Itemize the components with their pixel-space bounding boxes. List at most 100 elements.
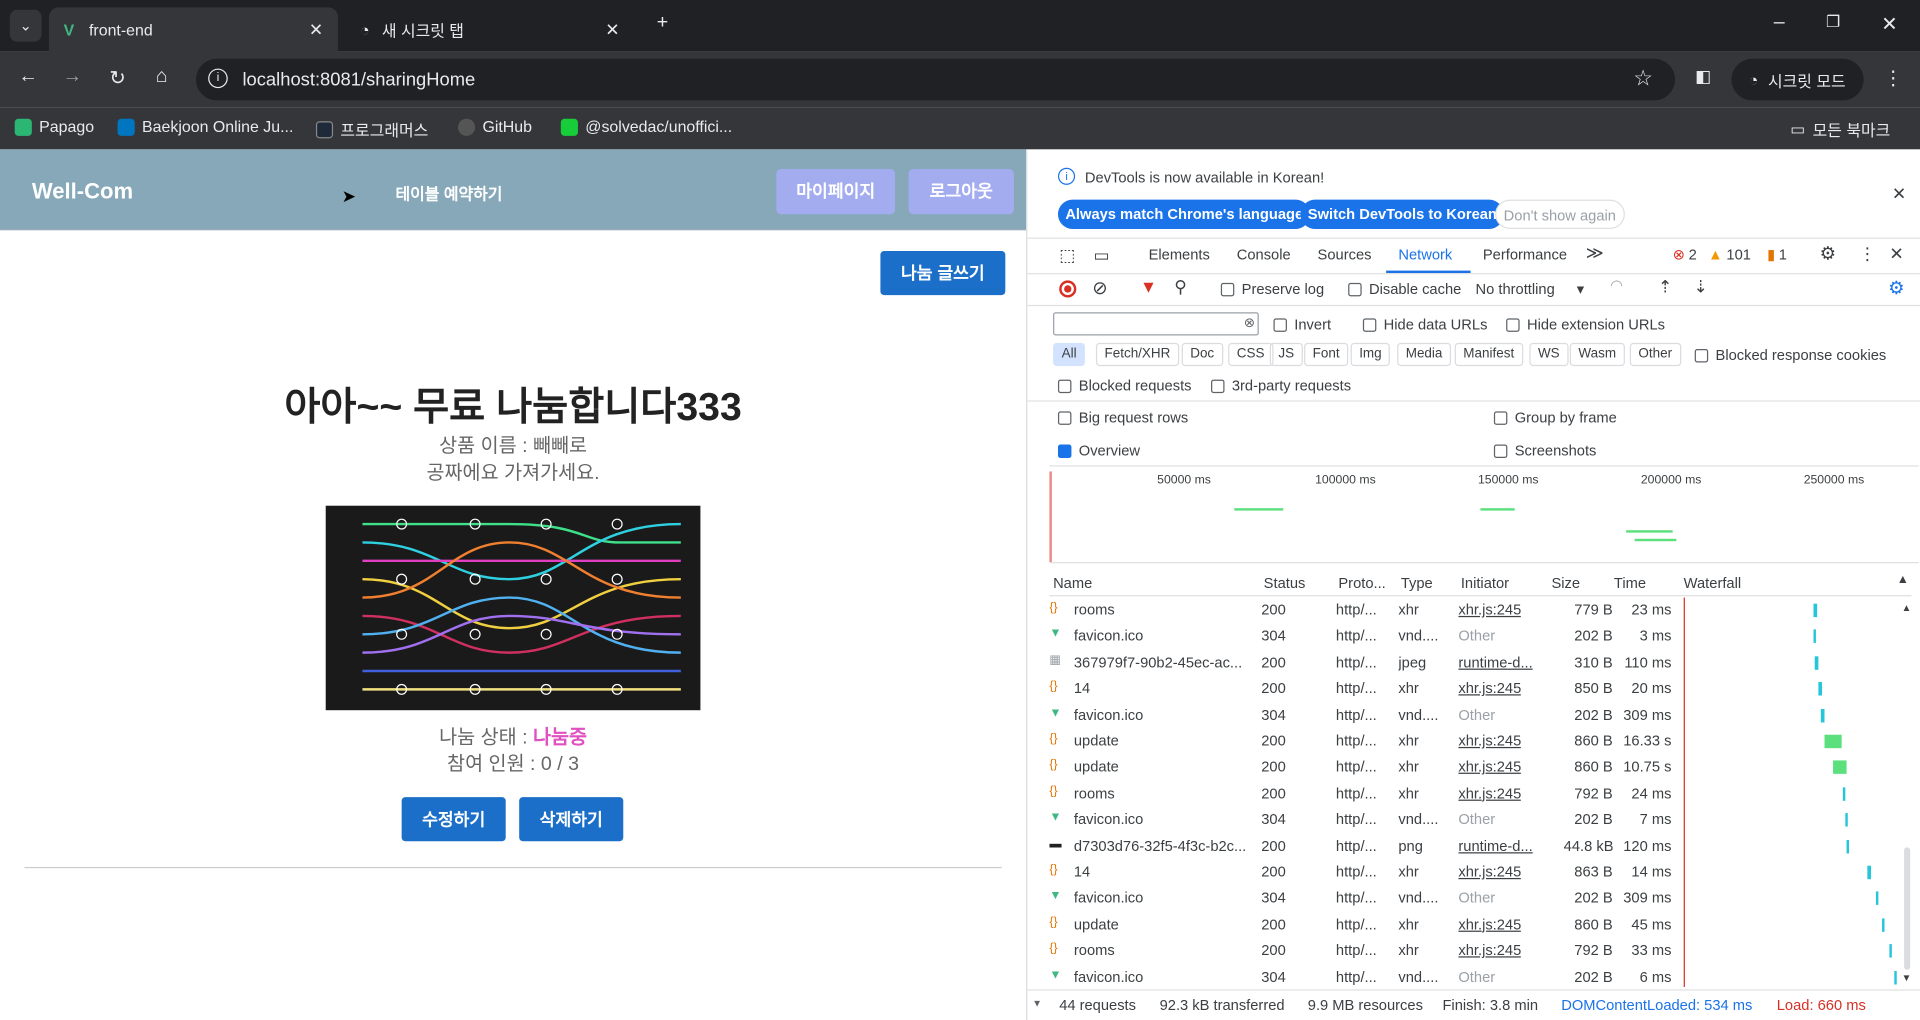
table-row[interactable]: ▬ d7303d76-32f5-4f3c-b2c... 200 http/... png… [1049,833,1911,859]
table-scrollbar[interactable]: ▲ ▼ [1899,602,1912,986]
col-waterfall[interactable]: Waterfall [1684,574,1741,591]
table-row[interactable]: {} update 200 http/... xhr xhr.js:245 860 B 10.… [1049,755,1911,781]
network-overview-timeline[interactable]: 50000 ms 100000 ms 150000 ms 200000 ms 2… [1049,465,1919,564]
col-initiator[interactable]: Initiator [1461,574,1509,591]
table-row[interactable]: {} rooms 200 http/... xhr xhr.js:245 792 B 24 m… [1049,781,1911,807]
incognito-profile-button[interactable]: ◔ 시크릿 모드 [1731,58,1864,101]
bookmark-baekjoon[interactable]: Baekjoon Online Ju... [117,118,293,136]
filter-js[interactable]: JS [1269,342,1303,367]
close-notice-icon[interactable]: ✕ [1892,184,1906,205]
tab-search-icon[interactable]: ⌄ [9,9,42,42]
device-toolbar-icon[interactable]: ▭ [1093,245,1109,266]
filter-css[interactable]: CSS [1228,342,1274,367]
scroll-up-icon[interactable]: ▲ [1902,602,1912,613]
blocked-response-cookies-checkbox[interactable]: Blocked response cookies [1694,347,1886,364]
export-har-icon[interactable]: ⇣ [1693,277,1707,298]
table-row[interactable]: ▼ favicon.ico 304 http/... vnd.... Other 202 B… [1049,702,1911,728]
filter-media[interactable]: Media [1397,342,1451,367]
col-protocol[interactable]: Proto... [1338,574,1385,591]
hide-data-urls-checkbox[interactable]: Hide data URLs [1362,316,1487,333]
table-row[interactable]: {} 14 200 http/... xhr xhr.js:245 850 B 20 ms [1049,676,1911,702]
import-har-icon[interactable]: ⇡ [1658,277,1672,298]
blocked-requests-checkbox[interactable]: Blocked requests [1057,377,1192,394]
table-row[interactable]: {} rooms 200 http/... xhr xhr.js:245 779 B 23 m… [1049,598,1911,624]
table-row[interactable]: ▼ favicon.ico 304 http/... vnd.... Other 202 B… [1049,624,1911,650]
col-status[interactable]: Status [1264,574,1306,591]
table-row[interactable]: ▼ favicon.ico 304 http/... vnd.... Other 202 B… [1049,807,1911,833]
tab-network[interactable]: Network [1398,246,1452,263]
bookmark-solvedac[interactable]: @solvedac/unoffici... [560,118,732,136]
row-initiator[interactable]: xhr.js:245 [1458,785,1521,802]
row-initiator[interactable]: runtime-d... [1458,837,1532,854]
nav-table-reservation[interactable]: 테이블 예약하기 [396,181,503,204]
clear-icon[interactable]: ⊘ [1092,277,1107,299]
bookmark-programmers[interactable]: 프로그래머스 [315,118,428,141]
settings-icon[interactable]: ⚙ [1820,242,1836,265]
filter-input[interactable]: ⊗ [1053,312,1259,336]
new-tab-icon[interactable]: + [647,12,679,34]
inspect-element-icon[interactable]: ⬚ [1059,245,1075,266]
close-tab-icon[interactable]: ✕ [309,19,323,40]
issue-count[interactable]: ▮ 1 [1767,246,1787,263]
row-initiator[interactable]: xhr.js:245 [1458,601,1521,618]
switch-to-korean-button[interactable]: Switch DevTools to Korean [1300,199,1505,229]
devtools-menu-icon[interactable]: ⋮ [1859,244,1876,265]
mypage-button[interactable]: 마이페이지 [776,168,896,215]
col-time[interactable]: Time [1614,574,1646,591]
overview-checkbox[interactable]: Overview [1057,442,1140,459]
hide-extension-urls-checkbox[interactable]: Hide extension URLs [1506,316,1665,333]
menu-icon[interactable]: ⋮ [1877,66,1909,90]
write-post-button[interactable]: 나눔 글쓰기 [880,251,1006,296]
filter-manifest[interactable]: Manifest [1454,342,1523,367]
table-row[interactable]: {} 14 200 http/... xhr xhr.js:245 863 B 14 ms [1049,860,1911,886]
bookmark-star-icon[interactable]: ☆ [1633,66,1653,92]
group-by-frame-checkbox[interactable]: Group by frame [1493,409,1617,426]
table-row[interactable]: {} rooms 200 http/... xhr xhr.js:245 792 B 33 m… [1049,938,1911,964]
always-match-language-button[interactable]: Always match Chrome's language [1057,199,1311,229]
filter-icon[interactable]: ▼ [1140,277,1157,297]
close-tab-icon[interactable]: ✕ [605,19,619,40]
clear-filter-icon[interactable]: ⊗ [1244,315,1255,331]
back-icon[interactable]: ← [12,66,44,88]
tab-console[interactable]: Console [1237,246,1291,263]
filter-fetch-xhr[interactable]: Fetch/XHR [1095,342,1179,367]
row-initiator[interactable]: runtime-d... [1458,654,1532,671]
scroll-thumb[interactable] [1904,847,1911,970]
close-window-icon[interactable]: ✕ [1873,12,1905,36]
table-row[interactable]: ▼ favicon.ico 304 http/... vnd.... Other 202 B… [1049,964,1911,990]
site-info-icon[interactable]: i [208,68,228,89]
filter-doc[interactable]: Doc [1181,342,1223,367]
row-initiator[interactable]: xhr.js:245 [1458,680,1521,697]
dont-show-again-button[interactable]: Don't show again [1495,199,1625,229]
network-conditions-icon[interactable]: ◠ [1610,277,1623,294]
col-name[interactable]: Name [1053,574,1092,591]
row-initiator[interactable]: xhr.js:245 [1458,942,1521,959]
bookmark-papago[interactable]: Papago [14,118,94,136]
col-type[interactable]: Type [1401,574,1433,591]
table-row[interactable]: ▦ 367979f7-90b2-45ec-ac... 200 http/... jpeg… [1049,650,1911,676]
preserve-log-checkbox[interactable]: Preserve log [1220,280,1324,298]
filter-wasm[interactable]: Wasm [1569,342,1625,367]
warning-count[interactable]: ▲ 101 [1708,246,1751,263]
row-initiator[interactable]: xhr.js:245 [1458,863,1521,880]
tab-sources[interactable]: Sources [1318,246,1372,263]
minimize-icon[interactable]: – [1763,12,1795,34]
third-party-requests-checkbox[interactable]: 3rd-party requests [1211,377,1351,394]
network-settings-icon[interactable]: ⚙ [1888,277,1904,299]
error-count[interactable]: ⊗ 2 [1673,246,1697,263]
filter-other[interactable]: Other [1629,342,1681,367]
reload-icon[interactable]: ↻ [102,66,134,90]
address-bar[interactable]: i localhost:8081/sharingHome ☆ [195,58,1676,101]
tab-performance[interactable]: Performance [1483,246,1567,263]
big-request-rows-checkbox[interactable]: Big request rows [1057,409,1188,426]
close-devtools-icon[interactable]: ✕ [1889,244,1903,265]
table-row[interactable]: {} update 200 http/... xhr xhr.js:245 860 B 45 … [1049,912,1911,938]
all-bookmarks[interactable]: ▭ 모든 북마크 [1790,118,1890,141]
side-panel-icon[interactable]: ◧ [1687,66,1719,87]
search-icon[interactable]: ⚲ [1174,277,1187,298]
row-initiator[interactable]: xhr.js:245 [1458,732,1521,749]
filter-ws[interactable]: WS [1529,342,1569,367]
invert-checkbox[interactable]: Invert [1273,316,1331,333]
filter-img[interactable]: Img [1350,342,1391,367]
tab-incognito[interactable]: ◔ 새 시크릿 탭 ✕ [345,7,634,51]
